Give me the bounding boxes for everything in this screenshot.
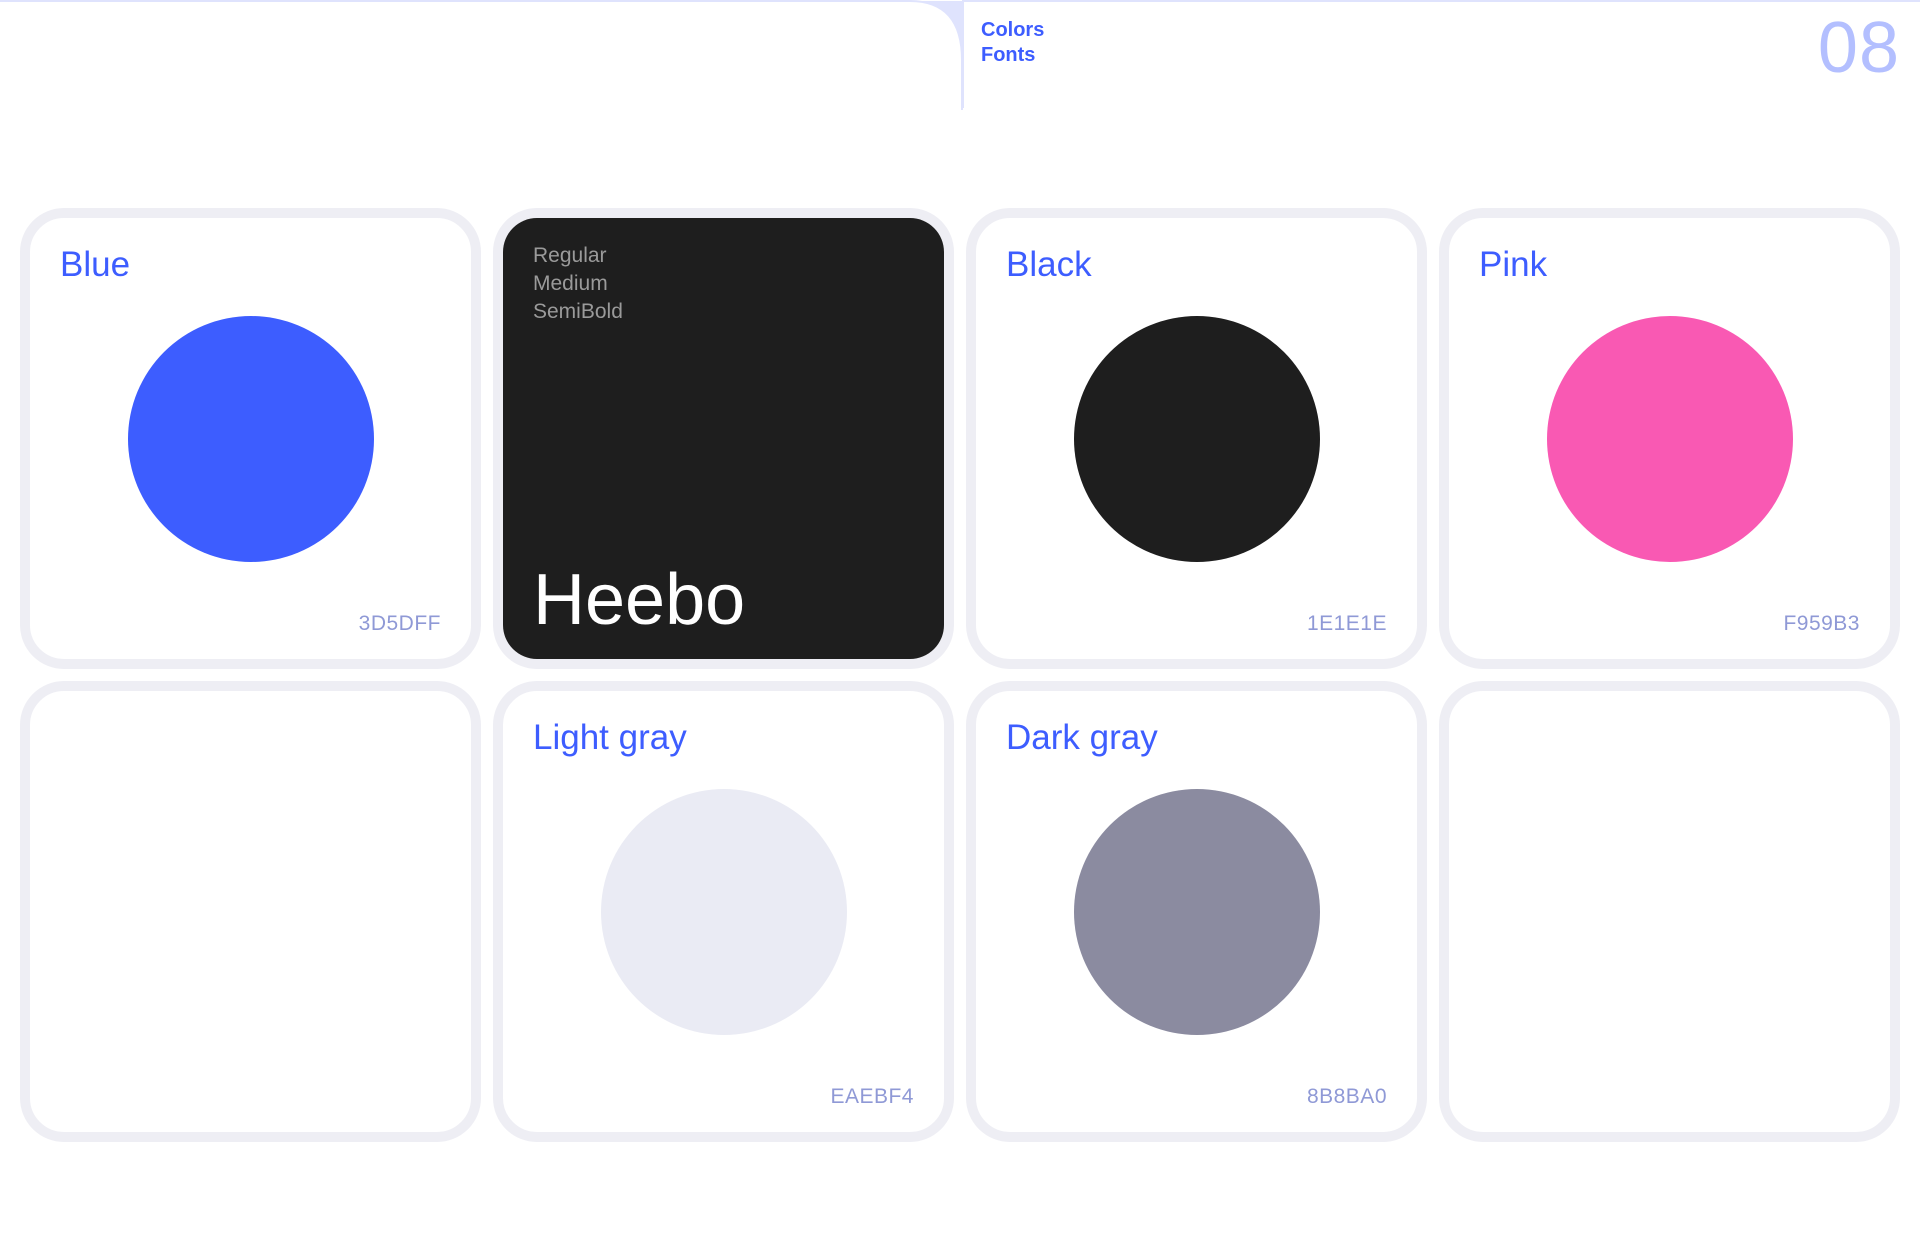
header-divider xyxy=(962,0,964,108)
color-swatch xyxy=(127,316,374,562)
color-swatch xyxy=(1073,789,1320,1035)
header-rule-right xyxy=(962,0,1920,2)
font-weights-list: Regular Medium SemiBold xyxy=(533,242,623,326)
color-hex: 3D5DFF xyxy=(358,612,441,635)
color-swatch xyxy=(1546,316,1793,562)
page-number: 08 xyxy=(1817,8,1900,88)
color-name: Black xyxy=(1006,245,1092,284)
section-nav: Colors Fonts xyxy=(981,18,1044,68)
color-name: Light gray xyxy=(533,718,687,757)
color-card-pink: Pink F959B3 xyxy=(1439,208,1900,669)
color-name: Dark gray xyxy=(1006,718,1158,757)
header-curve xyxy=(870,0,965,110)
color-card-blue: Blue 3D5DFF xyxy=(20,208,481,669)
font-weight-medium: Medium xyxy=(533,272,608,295)
color-card-light-gray: Light gray EAEBF4 xyxy=(493,681,954,1142)
font-name: Heebo xyxy=(533,560,746,640)
color-swatch xyxy=(600,789,847,1035)
color-card-dark-gray: Dark gray 8B8BA0 xyxy=(966,681,1427,1142)
nav-link-colors[interactable]: Colors xyxy=(981,18,1044,43)
font-card: Regular Medium SemiBold Heebo xyxy=(493,208,954,669)
style-guide-grid: Blue 3D5DFF Regular Medium SemiBold Heeb… xyxy=(20,208,1900,1142)
color-name: Pink xyxy=(1479,245,1548,284)
color-name: Blue xyxy=(60,245,131,284)
color-hex: F959B3 xyxy=(1783,612,1860,635)
color-hex: 8B8BA0 xyxy=(1306,1085,1387,1108)
font-weight-semibold: SemiBold xyxy=(533,300,623,323)
color-swatch xyxy=(1073,316,1320,562)
color-hex: EAEBF4 xyxy=(830,1085,914,1108)
font-weight-regular: Regular xyxy=(533,244,607,267)
empty-card xyxy=(1439,681,1900,1142)
nav-link-fonts[interactable]: Fonts xyxy=(981,43,1044,68)
empty-card xyxy=(20,681,481,1142)
header-rule-left xyxy=(0,0,900,2)
font-card-panel: Regular Medium SemiBold Heebo xyxy=(503,218,944,659)
color-hex: 1E1E1E xyxy=(1306,612,1387,635)
color-card-black: Black 1E1E1E xyxy=(966,208,1427,669)
